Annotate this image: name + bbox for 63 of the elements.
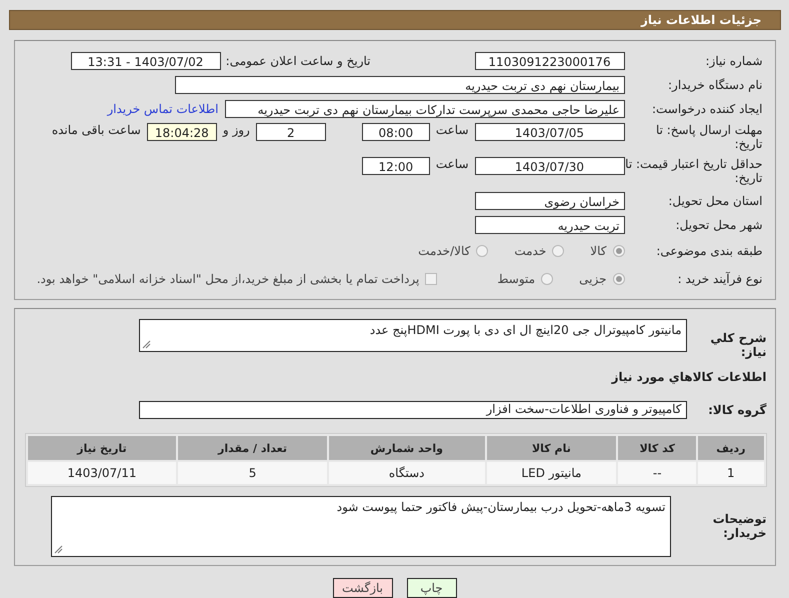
table-cell: --	[618, 462, 696, 484]
province-field: خراسان رضوی	[474, 192, 624, 210]
table-cell: 1	[698, 462, 764, 484]
date-field: 1403/07/05	[474, 123, 624, 141]
radio-button[interactable]	[612, 273, 624, 285]
goods-group-field: کامپیوتر و فناوری اطلاعات-سخت افزار	[138, 401, 686, 419]
radio-button[interactable]	[552, 245, 564, 257]
field-label: نوع فرآیند خرید :	[676, 272, 762, 286]
back-button[interactable]: بازگشت	[332, 578, 392, 598]
field-label: حداقل تاریخ اعتبار قیمت: تا تاریخ:	[624, 157, 762, 185]
field-label: نام دستگاه خریدار:	[667, 78, 762, 92]
radio-button[interactable]	[541, 273, 554, 285]
buyer-contact-link[interactable]: اطلاعات تماس خریدار	[107, 102, 218, 116]
column-header: کد کالا	[618, 436, 696, 460]
field-label: شهر محل تحویل:	[674, 218, 762, 232]
city-field: تربت حیدریه	[474, 216, 624, 234]
resize-grip-icon	[142, 340, 150, 349]
section-title: اطلاعات كالاهاي مورد نياز	[610, 370, 766, 384]
table-cell: مانیتور LED	[486, 462, 616, 484]
field-label: شماره نیاز:	[704, 54, 762, 68]
need-number-field: 1103091223000176	[474, 52, 624, 70]
radio-label: متوسط	[497, 272, 536, 286]
page-title: جزئیات اطلاعات نیاز	[640, 13, 762, 27]
buyer-notes-field: تسویه 3ماهه-تحویل درب بیمارستان-پیش فاکتور حتما پیوست شود	[50, 496, 670, 556]
field-label: گروه کالا:	[707, 403, 766, 417]
remaining-label: ساعت باقی مانده	[52, 123, 141, 137]
radio-button[interactable]	[476, 245, 488, 257]
field-label: مهلت ارسال پاسخ: تا تاریخ:	[654, 123, 762, 151]
field-label: ایجاد کننده درخواست:	[650, 102, 762, 116]
time-label: ساعت	[436, 123, 468, 137]
table-cell: 5	[178, 462, 327, 484]
column-header: واحد شمارش	[328, 436, 485, 460]
checkbox[interactable]	[425, 273, 438, 285]
requester-field: علیرضا حاجی محمدی سرپرست تدارکات بیمارستان نهم دی تربت حیدریه	[224, 100, 624, 118]
field-label: شرح کلي نياز:	[709, 331, 766, 359]
time-field: 12:00	[362, 157, 430, 175]
radio-button[interactable]	[612, 245, 624, 257]
field-label: استان محل تحویل:	[667, 194, 762, 208]
days-field: 2	[256, 123, 326, 141]
table-cell: دستگاه	[328, 462, 485, 484]
column-header: نام کالا	[486, 436, 616, 460]
resize-grip-icon	[54, 544, 62, 554]
radio-label: خدمت	[514, 244, 546, 258]
time-field: 08:00	[362, 123, 430, 141]
field-label: توضیحات خریدار:	[712, 512, 766, 540]
radio-label: کالا/خدمت	[418, 244, 470, 258]
date-field: 1403/07/30	[474, 157, 624, 175]
description-field: مانیتور کامپیوترال جی 20اینچ ال ای دی با پورت HDMIپنج عدد	[138, 319, 686, 352]
column-header: تاریخ نیاز	[28, 436, 176, 460]
radio-label: جزیی	[579, 272, 606, 286]
column-header: تعداد / مقدار	[178, 436, 327, 460]
column-header: ردیف	[698, 436, 764, 460]
table-cell: 1403/07/11	[28, 462, 176, 484]
time-label: ساعت	[436, 157, 468, 171]
field-label: طبقه بندی موضوعی:	[655, 244, 762, 258]
radio-label: کالا	[590, 244, 606, 258]
remaining-time-field: 18:04:28	[146, 123, 217, 141]
days-label: روز و	[222, 123, 250, 137]
announce-date-field: 1403/07/02 - 13:31	[70, 52, 220, 70]
checkbox-label: پرداخت تمام یا بخشی از مبلغ خرید،از محل "اسناد خزانه اسلامی" خواهد بود.	[36, 272, 420, 286]
field-label: تاریخ و ساعت اعلان عمومی:	[224, 54, 370, 68]
print-button[interactable]: چاپ	[406, 578, 456, 598]
buyer-org-field: بیمارستان نهم دی تربت حیدریه	[174, 76, 624, 94]
